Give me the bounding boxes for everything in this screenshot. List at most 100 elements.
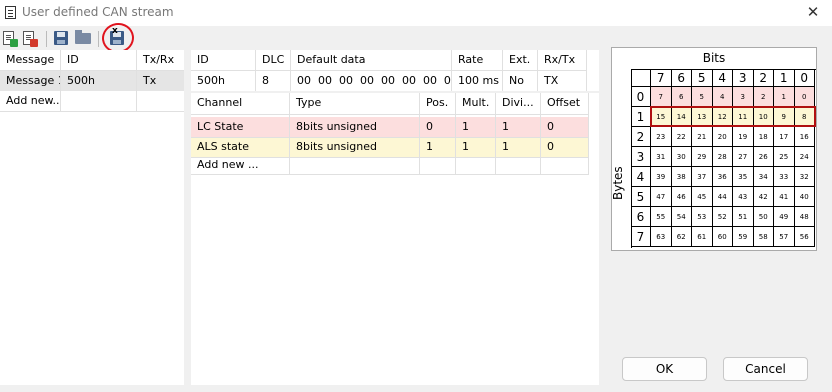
bit-cell[interactable]: 28 [712, 147, 733, 167]
bit-cell[interactable]: 26 [753, 147, 774, 167]
bit-cell[interactable]: 14 [671, 107, 692, 127]
bit-cell[interactable]: 35 [733, 167, 754, 187]
bit-header: 6 [671, 69, 692, 87]
bit-cell[interactable]: 9 [774, 107, 795, 127]
bit-cell[interactable]: 29 [692, 147, 713, 167]
bit-cell[interactable]: 49 [774, 207, 795, 227]
bit-cell[interactable]: 12 [712, 107, 733, 127]
bit-cell[interactable]: 31 [651, 147, 672, 167]
bit-cell[interactable]: 52 [712, 207, 733, 227]
detail-id-value[interactable]: 500h [191, 71, 255, 91]
new-rx-button[interactable] [0, 29, 18, 47]
bit-cell[interactable]: 21 [692, 127, 713, 147]
bit-cell[interactable]: 3 [733, 87, 754, 107]
detail-rxtx-value[interactable]: TX [538, 71, 586, 91]
detail-default-data-value[interactable]: 00 00 00 00 00 00 00 00 [291, 71, 451, 91]
bit-cell[interactable]: 2 [753, 87, 774, 107]
bit-cell[interactable]: 34 [753, 167, 774, 187]
bit-cell[interactable]: 5 [692, 87, 713, 107]
open-button[interactable] [74, 29, 92, 47]
col-header-txrx[interactable]: Tx/Rx [137, 50, 184, 70]
col-header-type[interactable]: Type [290, 93, 419, 113]
bit-cell[interactable]: 18 [753, 127, 774, 147]
bit-cell[interactable]: 63 [651, 227, 672, 247]
ok-button[interactable]: OK [622, 357, 707, 381]
bit-cell[interactable]: 4 [712, 87, 733, 107]
col-header-id[interactable]: ID [61, 50, 136, 70]
bit-cell[interactable]: 42 [753, 187, 774, 207]
bit-cell[interactable]: 1 [774, 87, 795, 107]
new-tx-button[interactable] [20, 29, 38, 47]
bit-cell[interactable]: 33 [774, 167, 795, 187]
bit-cell[interactable]: 58 [753, 227, 774, 247]
detail-ext-value[interactable]: No [503, 71, 537, 91]
table-row[interactable]: ALS state 8bits unsigned 1 1 1 0 [191, 137, 589, 157]
bit-cell[interactable]: 0 [794, 87, 815, 107]
bit-cell[interactable]: 36 [712, 167, 733, 187]
col-header-mult[interactable]: Mult. [456, 93, 495, 113]
bit-cell[interactable]: 30 [671, 147, 692, 167]
bit-cell[interactable]: 51 [733, 207, 754, 227]
add-new-channel[interactable]: Add new ... [191, 155, 289, 175]
bit-cell[interactable]: 19 [733, 127, 754, 147]
bit-cell[interactable]: 59 [733, 227, 754, 247]
bit-cell[interactable]: 27 [733, 147, 754, 167]
col-header-div[interactable]: Divi... [496, 93, 540, 113]
bit-header: 1 [774, 69, 795, 87]
close-button[interactable]: ✕ [804, 3, 822, 21]
table-row[interactable]: Message 1 500h Tx [0, 71, 184, 91]
bit-cell[interactable]: 40 [794, 187, 815, 207]
detail-dlc-value[interactable]: 8 [256, 71, 290, 91]
col-header-channel[interactable]: Channel [191, 93, 289, 113]
col-header-offset[interactable]: Offset [541, 93, 588, 113]
bit-cell[interactable]: 45 [692, 187, 713, 207]
bit-cell[interactable]: 46 [671, 187, 692, 207]
col-header-pos[interactable]: Pos. [420, 93, 455, 113]
bit-cell[interactable]: 62 [671, 227, 692, 247]
col-header-message[interactable]: Message [0, 50, 60, 70]
bit-cell[interactable]: 41 [774, 187, 795, 207]
bit-cell[interactable]: 55 [651, 207, 672, 227]
bit-cell[interactable]: 15 [651, 107, 672, 127]
bit-header: 3 [733, 69, 754, 87]
divider [60, 50, 61, 112]
bit-cell[interactable]: 6 [671, 87, 692, 107]
bit-cell[interactable]: 50 [753, 207, 774, 227]
bit-cell[interactable]: 43 [733, 187, 754, 207]
bit-cell[interactable]: 20 [712, 127, 733, 147]
bit-cell[interactable]: 57 [774, 227, 795, 247]
bit-cell[interactable]: 38 [671, 167, 692, 187]
bit-cell[interactable]: 39 [651, 167, 672, 187]
bit-cell[interactable]: 47 [651, 187, 672, 207]
bit-cell[interactable]: 13 [692, 107, 713, 127]
floppy-icon [54, 31, 68, 45]
bit-cell[interactable]: 22 [671, 127, 692, 147]
table-row[interactable]: LC State 8bits unsigned 0 1 1 0 [191, 117, 589, 137]
bit-cell[interactable]: 7 [651, 87, 672, 107]
bit-cell[interactable]: 32 [794, 167, 815, 187]
bit-cell[interactable]: 48 [794, 207, 815, 227]
bit-cell[interactable]: 56 [794, 227, 815, 247]
bit-cell[interactable]: 24 [794, 147, 815, 167]
bit-cell[interactable]: 25 [774, 147, 795, 167]
bit-cell[interactable]: 54 [671, 207, 692, 227]
bit-cell[interactable]: 61 [692, 227, 713, 247]
detail-rate-value[interactable]: 100 ms [452, 71, 502, 91]
channel-type: 8bits unsigned [296, 140, 378, 153]
bit-cell[interactable]: 10 [753, 107, 774, 127]
bit-cell[interactable]: 53 [692, 207, 713, 227]
add-new-message[interactable]: Add new... [0, 91, 60, 111]
bit-cell[interactable]: 8 [794, 107, 815, 127]
bit-cell[interactable]: 11 [733, 107, 754, 127]
bit-cell[interactable]: 16 [794, 127, 815, 147]
bit-header: 5 [692, 69, 713, 87]
app-icon [5, 6, 16, 19]
save-button[interactable] [52, 29, 70, 47]
bit-cell[interactable]: 17 [774, 127, 795, 147]
bit-cell[interactable]: 37 [692, 167, 713, 187]
bit-cell[interactable]: 23 [651, 127, 672, 147]
cancel-button[interactable]: Cancel [723, 357, 808, 381]
bit-cell[interactable]: 60 [712, 227, 733, 247]
channel-offset: 0 [547, 120, 554, 133]
bit-cell[interactable]: 44 [712, 187, 733, 207]
